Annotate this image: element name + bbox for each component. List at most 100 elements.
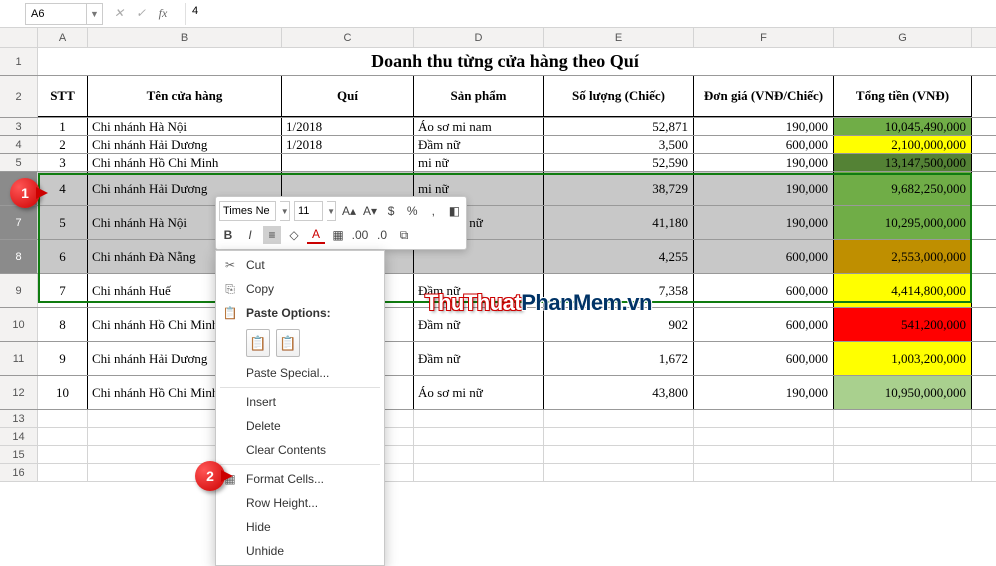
row-header-13[interactable]: 13	[0, 410, 38, 427]
cell-store[interactable]: Chi nhánh Hải Dương	[88, 136, 282, 153]
row-header-3[interactable]: 3	[0, 118, 38, 135]
menu-copy[interactable]: ⎘Copy	[216, 277, 384, 301]
col-header-E[interactable]: E	[544, 28, 694, 47]
cell-product[interactable]: Áo sơ mi nam	[414, 118, 544, 135]
header-store[interactable]: Tên cửa hàng	[88, 76, 282, 117]
cell-qui[interactable]: 1/2018	[282, 118, 414, 135]
name-box-dropdown[interactable]: ▼	[87, 3, 103, 25]
title-cell[interactable]: Doanh thu từng cửa hàng theo Quí	[38, 48, 972, 75]
header-qty[interactable]: Số lượng (Chiếc)	[544, 76, 694, 117]
empty-cell[interactable]	[414, 410, 544, 427]
row-header-11[interactable]: 11	[0, 342, 38, 375]
cell-stt[interactable]: 9	[38, 342, 88, 375]
decrease-decimal-icon[interactable]: .0	[373, 226, 391, 244]
cell-product[interactable]: Áo sơ mi nữ	[414, 376, 544, 409]
empty-cell[interactable]	[694, 428, 834, 445]
empty-cell[interactable]	[694, 446, 834, 463]
row-header-16[interactable]: 16	[0, 464, 38, 481]
empty-cell[interactable]	[544, 446, 694, 463]
col-header-A[interactable]: A	[38, 28, 88, 47]
cell-qui[interactable]	[282, 154, 414, 171]
col-header-F[interactable]: F	[694, 28, 834, 47]
menu-unhide[interactable]: Unhide	[216, 539, 384, 563]
empty-cell[interactable]	[414, 464, 544, 481]
row-header-14[interactable]: 14	[0, 428, 38, 445]
empty-cell[interactable]	[694, 410, 834, 427]
empty-cell[interactable]	[544, 464, 694, 481]
paste-values-icon[interactable]: 📋	[276, 329, 300, 357]
menu-hide[interactable]: Hide	[216, 515, 384, 539]
cell-qui[interactable]: 1/2018	[282, 136, 414, 153]
cell-stt[interactable]: 6	[38, 240, 88, 273]
italic-icon[interactable]: I	[241, 226, 259, 244]
font-dropdown-icon[interactable]: ▼	[280, 201, 290, 221]
cell-total[interactable]: 541,200,000	[834, 308, 972, 341]
cell-qty[interactable]: 1,672	[544, 342, 694, 375]
empty-cell[interactable]	[544, 410, 694, 427]
name-box[interactable]: A6	[25, 3, 87, 25]
cell-total[interactable]: 10,950,000,000	[834, 376, 972, 409]
cell-stt[interactable]: 7	[38, 274, 88, 307]
font-name-box[interactable]: Times Ne	[219, 201, 276, 221]
cell-stt[interactable]: 8	[38, 308, 88, 341]
menu-clear-contents[interactable]: Clear Contents	[216, 438, 384, 462]
cell-total[interactable]: 10,045,490,000	[834, 118, 972, 135]
percent-format-icon[interactable]: %	[404, 202, 421, 220]
row-header-1[interactable]: 1	[0, 48, 38, 75]
cell-product[interactable]: Đầm nữ	[414, 342, 544, 375]
cell-price[interactable]: 190,000	[694, 206, 834, 239]
cell-price[interactable]: 190,000	[694, 376, 834, 409]
empty-cell[interactable]	[414, 428, 544, 445]
size-dropdown-icon[interactable]: ▼	[327, 201, 337, 221]
cell-price[interactable]: 190,000	[694, 154, 834, 171]
cell-qty[interactable]: 52,871	[544, 118, 694, 135]
cell-total[interactable]: 2,553,000,000	[834, 240, 972, 273]
cell-total[interactable]: 1,003,200,000	[834, 342, 972, 375]
cell-product[interactable]: Đầm nữ	[414, 136, 544, 153]
menu-paste-special[interactable]: Paste Special...	[216, 361, 384, 385]
comma-format-icon[interactable]: ,	[425, 202, 442, 220]
font-size-box[interactable]: 11	[294, 201, 323, 221]
col-header-C[interactable]: C	[282, 28, 414, 47]
borders-icon[interactable]: ▦	[329, 226, 347, 244]
empty-cell[interactable]	[694, 464, 834, 481]
cell-stt[interactable]: 3	[38, 154, 88, 171]
cell-stt[interactable]: 1	[38, 118, 88, 135]
col-header-D[interactable]: D	[414, 28, 544, 47]
menu-row-height[interactable]: Row Height...	[216, 491, 384, 515]
row-header-2[interactable]: 2	[0, 76, 38, 117]
header-stt[interactable]: STT	[38, 76, 88, 117]
cell-stt[interactable]: 2	[38, 136, 88, 153]
cell-price[interactable]: 190,000	[694, 118, 834, 135]
header-qui[interactable]: Quí	[282, 76, 414, 117]
cell-total[interactable]: 2,100,000,000	[834, 136, 972, 153]
menu-insert[interactable]: Insert	[216, 390, 384, 414]
increase-font-icon[interactable]: A▴	[340, 202, 357, 220]
cell-total[interactable]: 13,147,500,000	[834, 154, 972, 171]
col-header-B[interactable]: B	[88, 28, 282, 47]
cell-stt[interactable]: 5	[38, 206, 88, 239]
paste-keep-source-icon[interactable]: 📋	[246, 329, 270, 357]
header-price[interactable]: Đơn giá (VNĐ/Chiếc)	[694, 76, 834, 117]
font-color-icon[interactable]: A	[307, 226, 325, 244]
header-product[interactable]: Sản phẩm	[414, 76, 544, 117]
row-header-5[interactable]: 5	[0, 154, 38, 171]
cell-total[interactable]: 9,682,250,000	[834, 172, 972, 205]
menu-cut[interactable]: ✂Cut	[216, 253, 384, 277]
menu-delete[interactable]: Delete	[216, 414, 384, 438]
cell-qty[interactable]: 43,800	[544, 376, 694, 409]
cell-qty[interactable]: 41,180	[544, 206, 694, 239]
row-header-10[interactable]: 10	[0, 308, 38, 341]
row-header-15[interactable]: 15	[0, 446, 38, 463]
bold-icon[interactable]: B	[219, 226, 237, 244]
cell-stt[interactable]: 10	[38, 376, 88, 409]
empty-cell[interactable]	[834, 464, 972, 481]
empty-cell[interactable]	[414, 446, 544, 463]
cell-total[interactable]: 4,414,800,000	[834, 274, 972, 307]
cell-qty[interactable]: 4,255	[544, 240, 694, 273]
empty-cell[interactable]	[834, 410, 972, 427]
empty-cell[interactable]	[38, 464, 88, 481]
decrease-font-icon[interactable]: A▾	[362, 202, 379, 220]
row-header-4[interactable]: 4	[0, 136, 38, 153]
align-center-icon[interactable]: ≡	[263, 226, 281, 244]
